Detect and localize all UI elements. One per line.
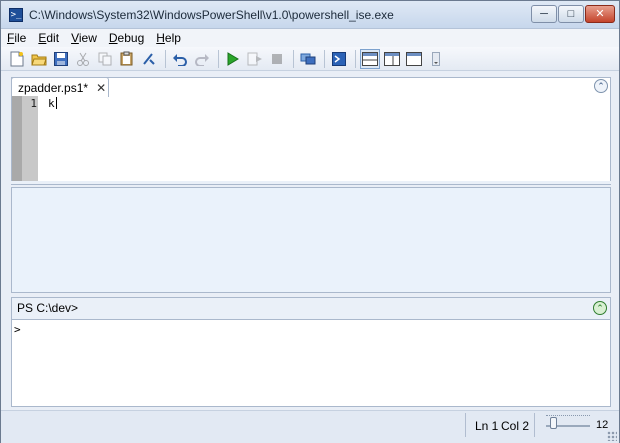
collapse-command-pane-icon[interactable]: ⌃	[593, 301, 607, 315]
toolbar-overflow-icon[interactable]	[426, 49, 446, 69]
minimize-button[interactable]: ─	[531, 5, 557, 23]
menu-help[interactable]: Help	[156, 31, 181, 45]
toolbar-separator	[293, 49, 294, 68]
tab-label: zpadder.ps1*	[18, 80, 89, 95]
new-icon[interactable]	[7, 49, 27, 69]
save-icon[interactable]	[51, 49, 71, 69]
toolbar-separator	[355, 49, 356, 68]
menu-edit[interactable]: Edit	[38, 31, 59, 45]
toolbar-separator	[165, 49, 166, 68]
toolbar	[1, 47, 619, 71]
toolbar-separator	[218, 49, 219, 68]
copy-icon[interactable]	[95, 49, 115, 69]
close-icon: ✕	[595, 8, 605, 20]
layout-top-icon[interactable]	[360, 48, 380, 69]
code-line[interactable]: k	[48, 97, 57, 110]
run-icon[interactable]	[223, 49, 243, 69]
output-pane[interactable]	[11, 187, 611, 293]
zoom-slider-thumb[interactable]	[550, 417, 557, 429]
cut-icon[interactable]	[73, 49, 93, 69]
menu-debug[interactable]: Debug	[109, 31, 144, 45]
clear-icon[interactable]	[139, 49, 159, 69]
status-divider	[465, 413, 466, 437]
stop-icon[interactable]	[267, 49, 287, 69]
undo-icon[interactable]	[170, 49, 190, 69]
menu-file[interactable]: File	[7, 31, 26, 45]
menu-bar: File Edit View Debug Help	[1, 29, 619, 47]
start-powershell-icon[interactable]	[329, 49, 349, 69]
line-indicator: Ln 1	[475, 419, 499, 433]
text-caret	[55, 97, 57, 109]
command-input[interactable]	[11, 319, 611, 407]
resize-grip-icon[interactable]	[607, 431, 617, 441]
menu-view[interactable]: View	[71, 31, 97, 45]
powershell-app-icon: >_	[9, 8, 23, 22]
minimize-icon: ─	[540, 8, 548, 20]
layout-right-icon[interactable]	[382, 49, 402, 69]
new-remote-tab-icon[interactable]	[298, 49, 318, 69]
command-pane-header	[11, 297, 611, 319]
tab-close-icon[interactable]: ✕	[96, 81, 106, 95]
status-divider	[534, 413, 535, 437]
redo-icon[interactable]	[192, 49, 212, 69]
window-title: C:\Windows\System32\WindowsPowerShell\v1…	[29, 8, 394, 22]
column-indicator: Col 2	[501, 419, 530, 433]
close-button[interactable]: ✕	[585, 5, 615, 23]
layout-max-icon[interactable]	[404, 49, 424, 69]
maximize-icon: □	[567, 8, 575, 20]
line-number: 1	[30, 97, 37, 110]
window-controls: ─ □ ✕	[530, 5, 615, 23]
toolbar-separator	[324, 49, 325, 68]
collapse-editor-icon[interactable]: ⌃	[594, 79, 608, 93]
zoom-value: 12	[596, 419, 609, 431]
paste-icon[interactable]	[117, 49, 137, 69]
app-window: >_ C:\Windows\System32\WindowsPowerShell…	[0, 0, 620, 443]
maximize-button[interactable]: □	[558, 5, 584, 23]
open-icon[interactable]	[29, 49, 49, 69]
editor-splitter[interactable]	[11, 181, 611, 185]
breakpoint-margin[interactable]	[12, 96, 22, 181]
code-text: k	[48, 97, 55, 110]
run-selection-icon[interactable]	[245, 49, 265, 69]
tab-script[interactable]: zpadder.ps1* ✕	[11, 77, 109, 97]
title-bar[interactable]: >_ C:\Windows\System32\WindowsPowerShell…	[1, 1, 619, 29]
input-prompt: >	[14, 323, 21, 336]
prompt-label: PS C:\dev>	[17, 301, 79, 315]
